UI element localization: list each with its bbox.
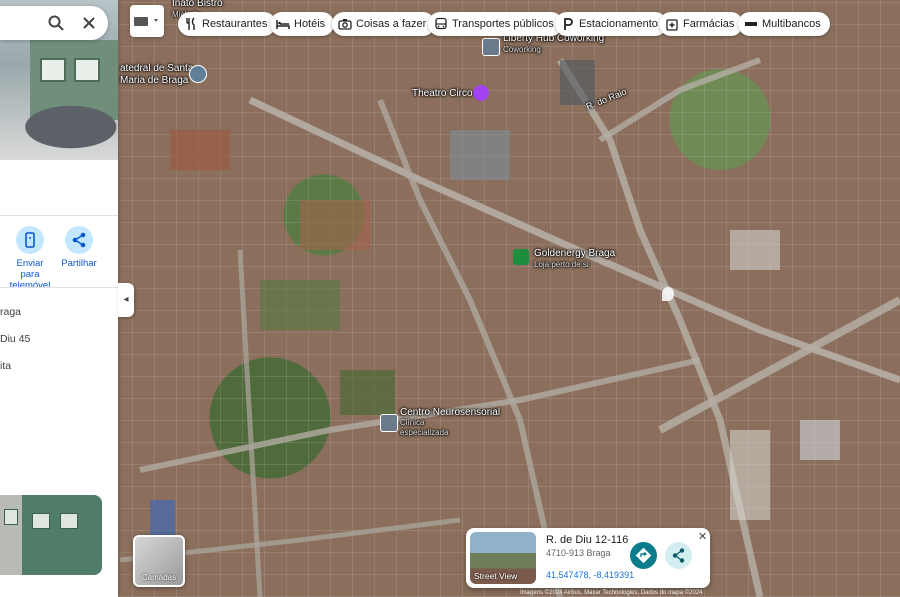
keyboard-icon [134, 17, 158, 26]
card-address: 4710-913 Braga [546, 548, 611, 558]
satellite-map[interactable]: Inato BistroMichelin atedral de SantaMar… [0, 0, 900, 597]
atm-icon [745, 22, 757, 26]
layer-toggle-button[interactable] [130, 5, 164, 37]
chip-label: Coisas a fazer [356, 18, 427, 30]
goldenergy-pin-icon[interactable] [513, 249, 529, 265]
clinic-pin-icon[interactable] [380, 414, 398, 432]
camera-icon [338, 19, 352, 30]
chip-hotels[interactable]: Hotéis [270, 12, 335, 36]
info-line-city[interactable]: raga [0, 306, 21, 318]
share-icon [672, 548, 685, 563]
cathedral-pin-icon[interactable] [189, 65, 207, 83]
share-label: Partilhar [61, 258, 97, 269]
share-button[interactable]: Partilhar [60, 226, 98, 269]
collapse-panel-button[interactable]: ◂ [118, 283, 134, 317]
photo-window [40, 58, 66, 82]
directions-button[interactable] [630, 542, 657, 569]
chip-pharmacies[interactable]: Farmácias [659, 12, 744, 36]
chip-label: Restaurantes [202, 18, 268, 30]
fork-knife-icon [186, 17, 195, 30]
share-icon [65, 226, 93, 254]
chip-atms[interactable]: Multibancos [738, 12, 830, 36]
search-box[interactable] [0, 6, 108, 40]
chip-public-transport[interactable]: Transportes públicos [428, 12, 563, 36]
card-title[interactable]: R. de Diu 12-116 [546, 534, 628, 546]
send-to-phone-button[interactable]: Enviar para telemóvel [6, 226, 54, 291]
divider [0, 287, 118, 288]
bus-icon [435, 17, 447, 30]
location-card[interactable]: Street View R. de Diu 12-116 4710-913 Br… [466, 528, 710, 588]
chip-things-to-do[interactable]: Coisas a fazer [332, 12, 436, 36]
chip-restaurants[interactable]: Restaurantes [178, 12, 277, 36]
search-icon[interactable] [47, 14, 65, 32]
chip-label: Estacionamento [579, 18, 658, 30]
poi-theatro-label[interactable]: Theatro Circo [412, 88, 473, 99]
poi-liberty-hub-label[interactable]: Liberty Hub Coworking Coworking [503, 33, 604, 55]
street-view-label: Street View [474, 571, 518, 581]
chip-parking[interactable]: Estacionamento [555, 12, 667, 36]
theatre-pin-icon[interactable] [473, 85, 489, 101]
parking-icon [564, 18, 573, 30]
side-panel: s Enviar para telemóvel Partilhar raga D… [0, 0, 118, 597]
chip-label: Farmácias [683, 18, 735, 30]
photo-window [74, 58, 100, 82]
dropped-pin-icon[interactable] [662, 287, 674, 301]
layers-button[interactable]: Camadas [133, 535, 185, 587]
info-line-address[interactable]: Diu 45 [0, 333, 30, 345]
card-coordinates[interactable]: 41,547478, -8,419391 [546, 570, 634, 580]
divider [0, 215, 118, 216]
map-attribution[interactable]: Imagens ©2024 Airbus, Maxar Technologies… [520, 590, 703, 596]
layers-label: Camadas [141, 573, 177, 582]
info-line-visit[interactable]: ita [0, 360, 11, 372]
photo-thumbnail[interactable] [0, 495, 102, 575]
action-row: s Enviar para telemóvel Partilhar [0, 226, 118, 291]
close-icon[interactable] [80, 14, 98, 32]
directions-icon [635, 547, 652, 564]
poi-centro-label[interactable]: Centro Neurosensorial Clínica especializad… [400, 408, 500, 438]
send-to-phone-icon [16, 226, 44, 254]
card-share-button[interactable] [665, 542, 692, 569]
photo-car [0, 105, 118, 160]
bed-icon [276, 20, 290, 29]
card-close-icon[interactable]: ✕ [698, 530, 707, 543]
chip-label: Transportes públicos [452, 18, 554, 30]
chip-label: Hotéis [294, 18, 326, 30]
poi-goldenergy-label[interactable]: Goldenergy Braga Loja perto de si [534, 248, 615, 270]
coworking-pin-icon[interactable] [482, 38, 500, 56]
chip-label: Multibancos [762, 18, 821, 30]
pharmacy-icon [666, 19, 678, 31]
street-view-thumbnail[interactable]: Street View [470, 532, 536, 584]
poi-cathedral-label[interactable]: atedral de Santa Maria de Braga [120, 63, 193, 87]
